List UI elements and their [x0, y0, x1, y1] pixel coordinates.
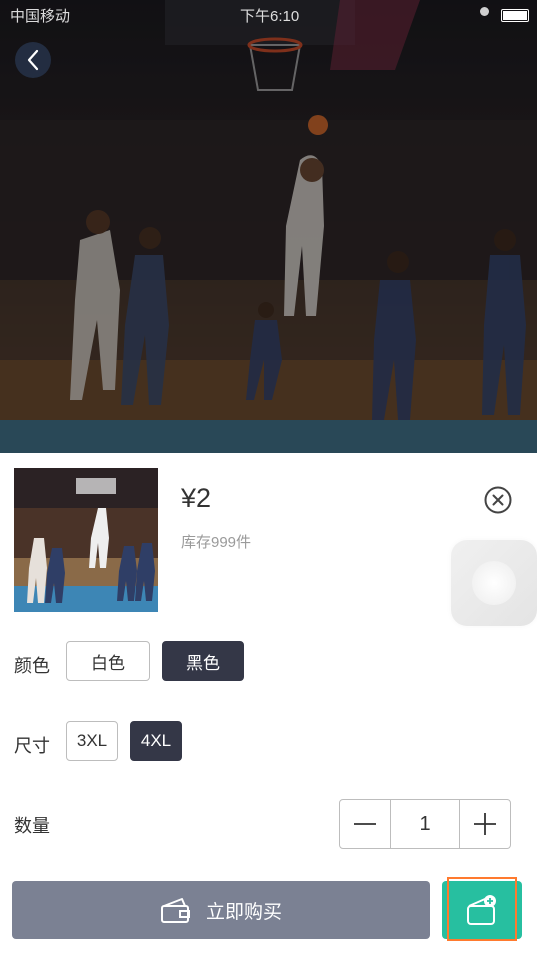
- color-option-black[interactable]: 黑色: [162, 641, 244, 681]
- chevron-left-icon: [27, 49, 39, 71]
- assistive-touch-dot: [472, 561, 516, 605]
- size-option-3xl[interactable]: 3XL: [66, 721, 118, 761]
- cart-plus-icon: [467, 895, 496, 925]
- plus-icon: [474, 813, 496, 835]
- assistive-touch-button[interactable]: [451, 540, 537, 626]
- add-to-cart-button[interactable]: [442, 881, 522, 939]
- product-price: ¥2: [181, 483, 212, 513]
- rotation-lock-icon: [480, 7, 489, 16]
- close-circle-icon: [484, 486, 512, 514]
- quantity-value[interactable]: 1: [390, 800, 460, 848]
- battery-icon: [501, 9, 529, 22]
- close-button[interactable]: [484, 486, 512, 514]
- status-bar: 中国移动 下午6:10: [0, 0, 537, 28]
- status-time: 下午6:10: [240, 8, 300, 25]
- color-label: 颜色: [14, 656, 50, 676]
- thumbnail-basketball-illustration: [14, 468, 158, 612]
- quantity-label: 数量: [14, 816, 50, 836]
- hero-overlay: [0, 0, 537, 453]
- buy-now-label: 立即购买: [205, 901, 282, 923]
- status-carrier: 中国移动: [10, 8, 71, 25]
- wallet-icon: [160, 898, 190, 923]
- quantity-increase-button[interactable]: [460, 800, 510, 848]
- quantity-decrease-button[interactable]: [340, 800, 390, 848]
- product-thumbnail: [14, 468, 158, 612]
- product-hero-image: 中国移动 下午6:10: [0, 0, 537, 453]
- color-option-white[interactable]: 白色: [66, 641, 150, 681]
- size-label: 尺寸: [14, 736, 50, 756]
- size-option-4xl[interactable]: 4XL: [130, 721, 182, 761]
- buy-now-button[interactable]: 立即购买: [12, 881, 430, 939]
- stock-count: 库存999件: [181, 534, 252, 551]
- sku-selector-sheet: ¥2 库存999件 颜色 白色 黑色 尺寸 3XL 4XL 数量 1 立即购买: [0, 453, 537, 956]
- back-button[interactable]: [15, 42, 51, 78]
- minus-icon: [354, 823, 376, 825]
- quantity-stepper: 1: [339, 799, 511, 849]
